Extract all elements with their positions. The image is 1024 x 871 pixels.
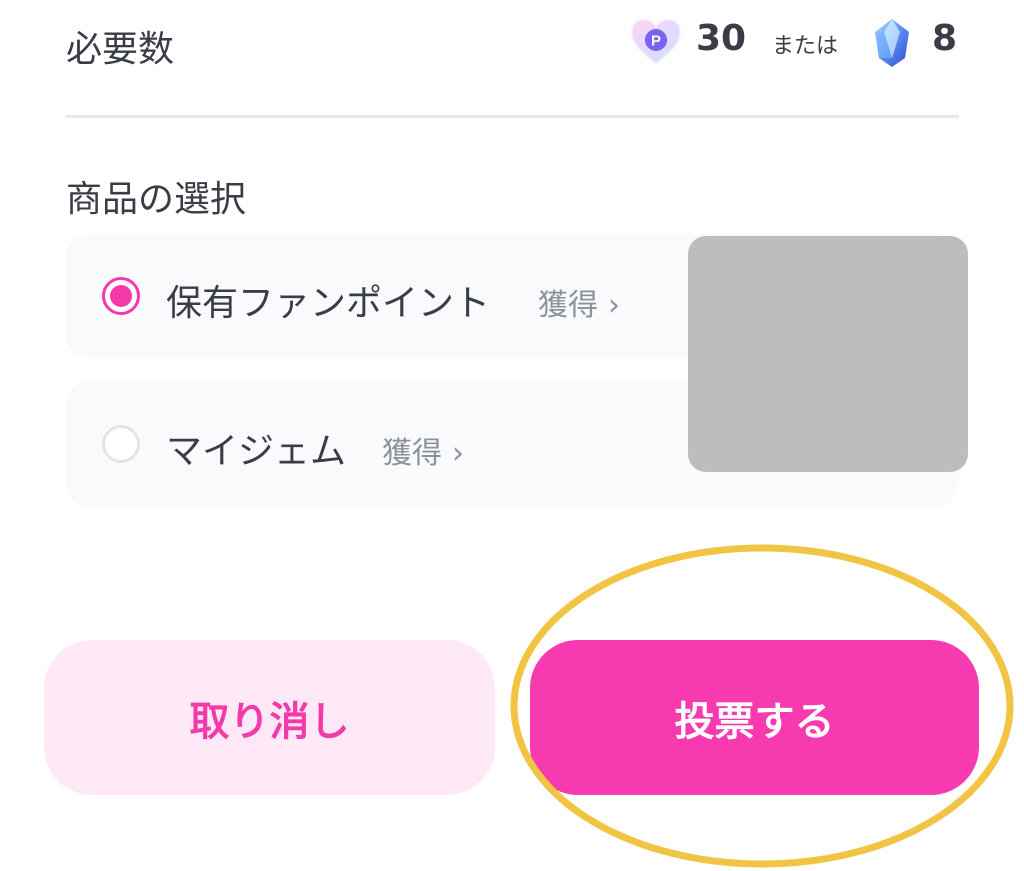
- gems-required-value: 8: [932, 18, 958, 59]
- vote-button[interactable]: 投票する: [530, 640, 979, 795]
- earn-link-fan-points[interactable]: 獲得 ›: [538, 280, 620, 324]
- earn-link-my-gems[interactable]: 獲得 ›: [382, 428, 464, 472]
- required-label: 必要数: [66, 29, 175, 70]
- redacted-overlay: [688, 236, 968, 472]
- heart-point-icon: P: [631, 19, 681, 64]
- or-text: または: [772, 34, 839, 59]
- cancel-button[interactable]: 取り消し: [44, 640, 495, 795]
- earn-link-label: 獲得: [382, 436, 442, 471]
- points-required-value: 30: [696, 18, 747, 59]
- radio-fan-points[interactable]: [102, 277, 140, 315]
- option-label: 保有ファンポイント: [166, 283, 491, 324]
- gem-crystal-icon: [875, 19, 909, 67]
- option-label: マイジェム: [166, 431, 347, 472]
- earn-link-label: 獲得: [538, 288, 598, 323]
- point-icon-letter: P: [651, 33, 661, 50]
- radio-my-gems[interactable]: [102, 425, 140, 463]
- chevron-right-icon: ›: [452, 436, 464, 471]
- divider: [66, 115, 959, 118]
- chevron-right-icon: ›: [608, 288, 620, 323]
- section-title: 商品の選択: [66, 179, 247, 220]
- vote-dialog: 必要数 P 30 または 8 商品の選択 保有ファンポイント 獲得 › マイジェ…: [0, 0, 1024, 871]
